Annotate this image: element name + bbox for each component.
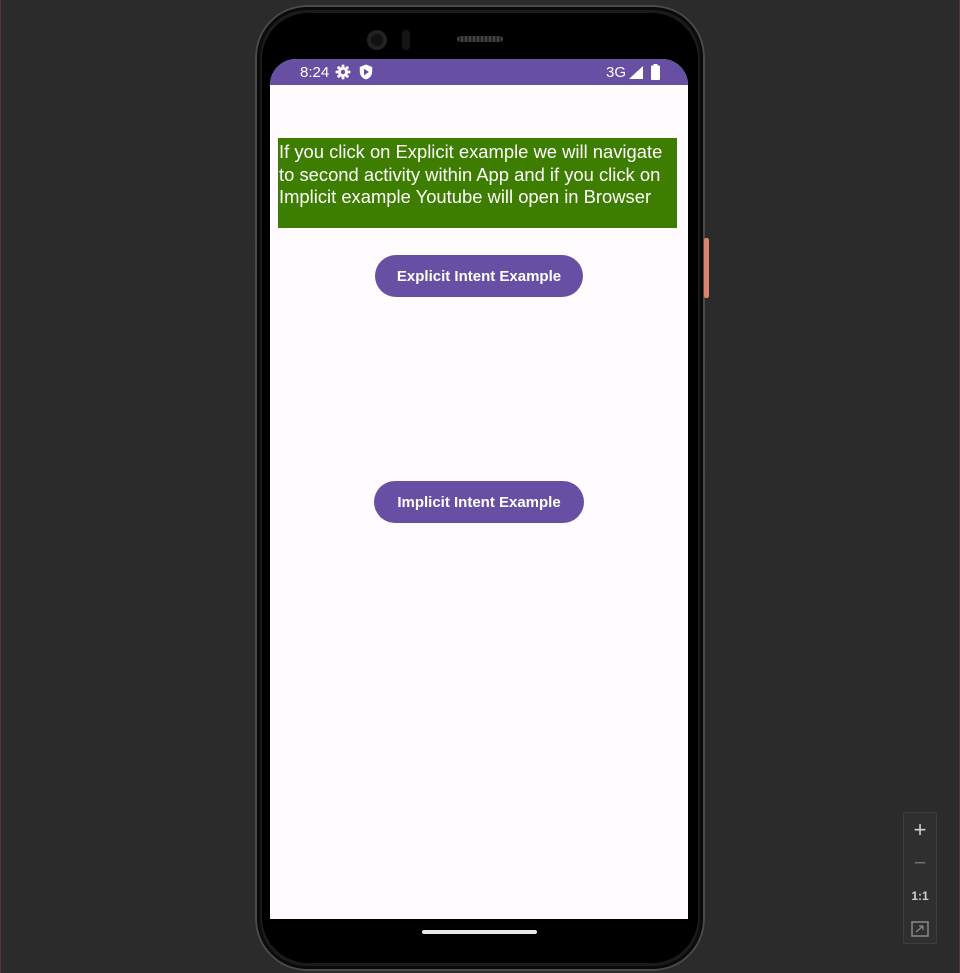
window-edge-left (0, 0, 1, 973)
power-button[interactable] (705, 360, 709, 475)
fit-screen-button[interactable] (904, 913, 936, 945)
fit-screen-icon (911, 921, 929, 937)
device-screen: 8:24 3G If you click on Explicit example… (270, 59, 688, 919)
network-type-label: 3G (606, 64, 627, 81)
explicit-intent-button[interactable]: Explicit Intent Example (375, 255, 583, 297)
home-gesture-handle[interactable] (422, 930, 537, 934)
left-side-button (251, 240, 255, 270)
earpiece-speaker-icon (457, 36, 503, 42)
signal-icon (629, 66, 643, 79)
gear-icon (335, 64, 351, 80)
zoom-in-button[interactable]: + (904, 814, 936, 846)
battery-icon (651, 64, 660, 80)
actual-size-button[interactable]: 1:1 (904, 880, 936, 912)
status-bar: 8:24 3G (270, 59, 688, 85)
front-camera-icon (367, 30, 387, 50)
implicit-intent-button[interactable]: Implicit Intent Example (374, 481, 584, 523)
zoom-out-button[interactable]: − (904, 847, 936, 879)
proximity-sensor-icon (402, 30, 410, 50)
intent-info-text: If you click on Explicit example we will… (278, 138, 677, 228)
volume-button[interactable] (704, 238, 709, 298)
shield-icon (359, 64, 373, 80)
zoom-controls: + − 1:1 (903, 812, 937, 944)
status-time: 8:24 (300, 64, 330, 81)
